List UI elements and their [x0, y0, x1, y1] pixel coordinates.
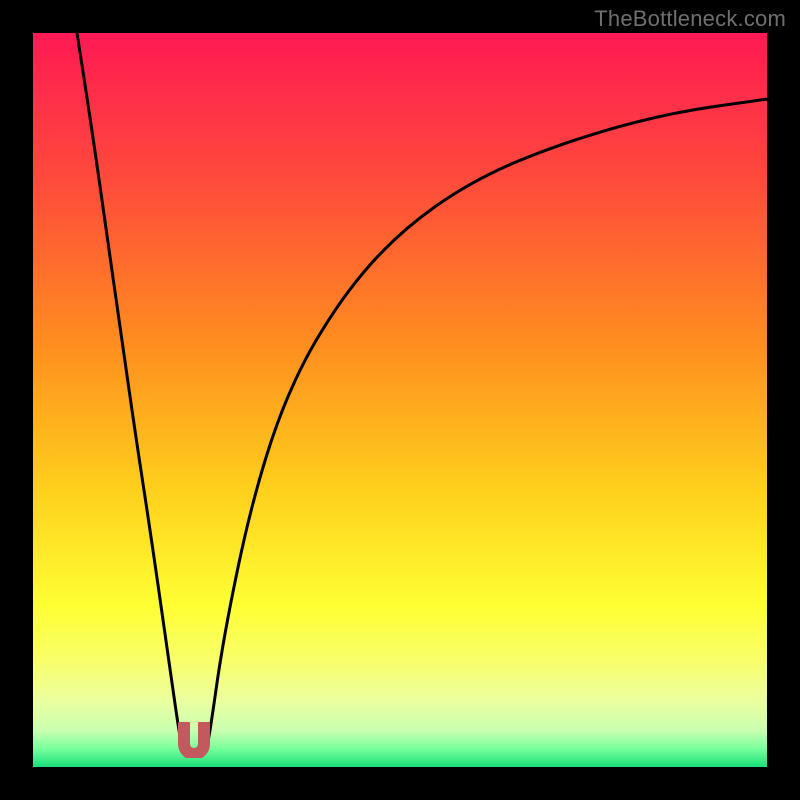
- series-right-branch: [206, 99, 768, 752]
- chart-plot-area: [33, 33, 767, 767]
- series-left-branch: [77, 33, 184, 752]
- bottleneck-marker-icon: [178, 722, 210, 758]
- watermark-text: TheBottleneck.com: [594, 6, 786, 32]
- chart-series: [33, 33, 767, 767]
